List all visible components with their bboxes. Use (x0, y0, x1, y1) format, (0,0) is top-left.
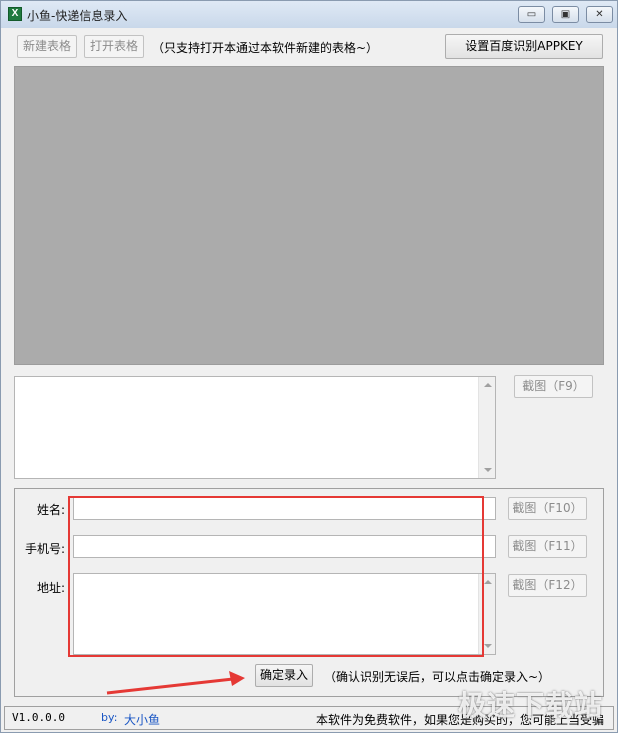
red-arrow-annotation (106, 671, 245, 695)
scroll-down-arrow-icon[interactable] (484, 468, 492, 472)
screenshot-f12-button[interactable]: 截图（F12） (508, 574, 587, 597)
image-preview-area[interactable] (14, 66, 604, 365)
title-bar[interactable]: X 小鱼-快递信息录入 ▭ ▣ ✕ (1, 1, 617, 28)
close-button[interactable]: ✕ (586, 6, 613, 23)
author-name: 大小鱼 (124, 713, 161, 727)
excel-app-icon: X (8, 7, 22, 21)
address-label: 地址: (37, 581, 66, 595)
scroll-up-arrow-icon[interactable] (484, 383, 492, 387)
site-watermark: 极速下载站 (457, 690, 603, 721)
minimize-button[interactable]: ▭ (518, 6, 545, 23)
by-label: by: (101, 711, 118, 724)
app-window: X 小鱼-快递信息录入 ▭ ▣ ✕ 新建表格 打开表格 （只支持打开本通过本软件… (0, 0, 618, 733)
scroll-up-arrow-icon[interactable] (484, 580, 492, 584)
window-title: 小鱼-快递信息录入 (27, 9, 128, 23)
scroll-down-arrow-icon[interactable] (484, 644, 492, 648)
maximize-button[interactable]: ▣ (552, 6, 579, 23)
phone-label: 手机号: (25, 542, 66, 556)
new-table-button[interactable]: 新建表格 (17, 35, 77, 58)
set-appkey-button[interactable]: 设置百度识别APPKEY (445, 34, 603, 59)
screenshot-f11-button[interactable]: 截图（F11） (508, 535, 587, 558)
version-text: V1.0.0.0 (12, 711, 65, 724)
confirm-hint: （确认识别无误后，可以点击确定录入~） (324, 670, 551, 684)
open-table-button[interactable]: 打开表格 (84, 35, 144, 58)
screenshot-f10-button[interactable]: 截图（F10） (508, 497, 587, 520)
ocr-scrollbar[interactable] (478, 377, 495, 478)
confirm-entry-button[interactable]: 确定录入 (255, 664, 313, 687)
open-table-hint: （只支持打开本通过本软件新建的表格~） (152, 41, 379, 55)
ocr-result-textarea[interactable] (14, 376, 496, 479)
highlight-frame (68, 496, 484, 657)
screenshot-f9-button[interactable]: 截图（F9） (514, 375, 593, 398)
name-label: 姓名: (37, 503, 66, 517)
